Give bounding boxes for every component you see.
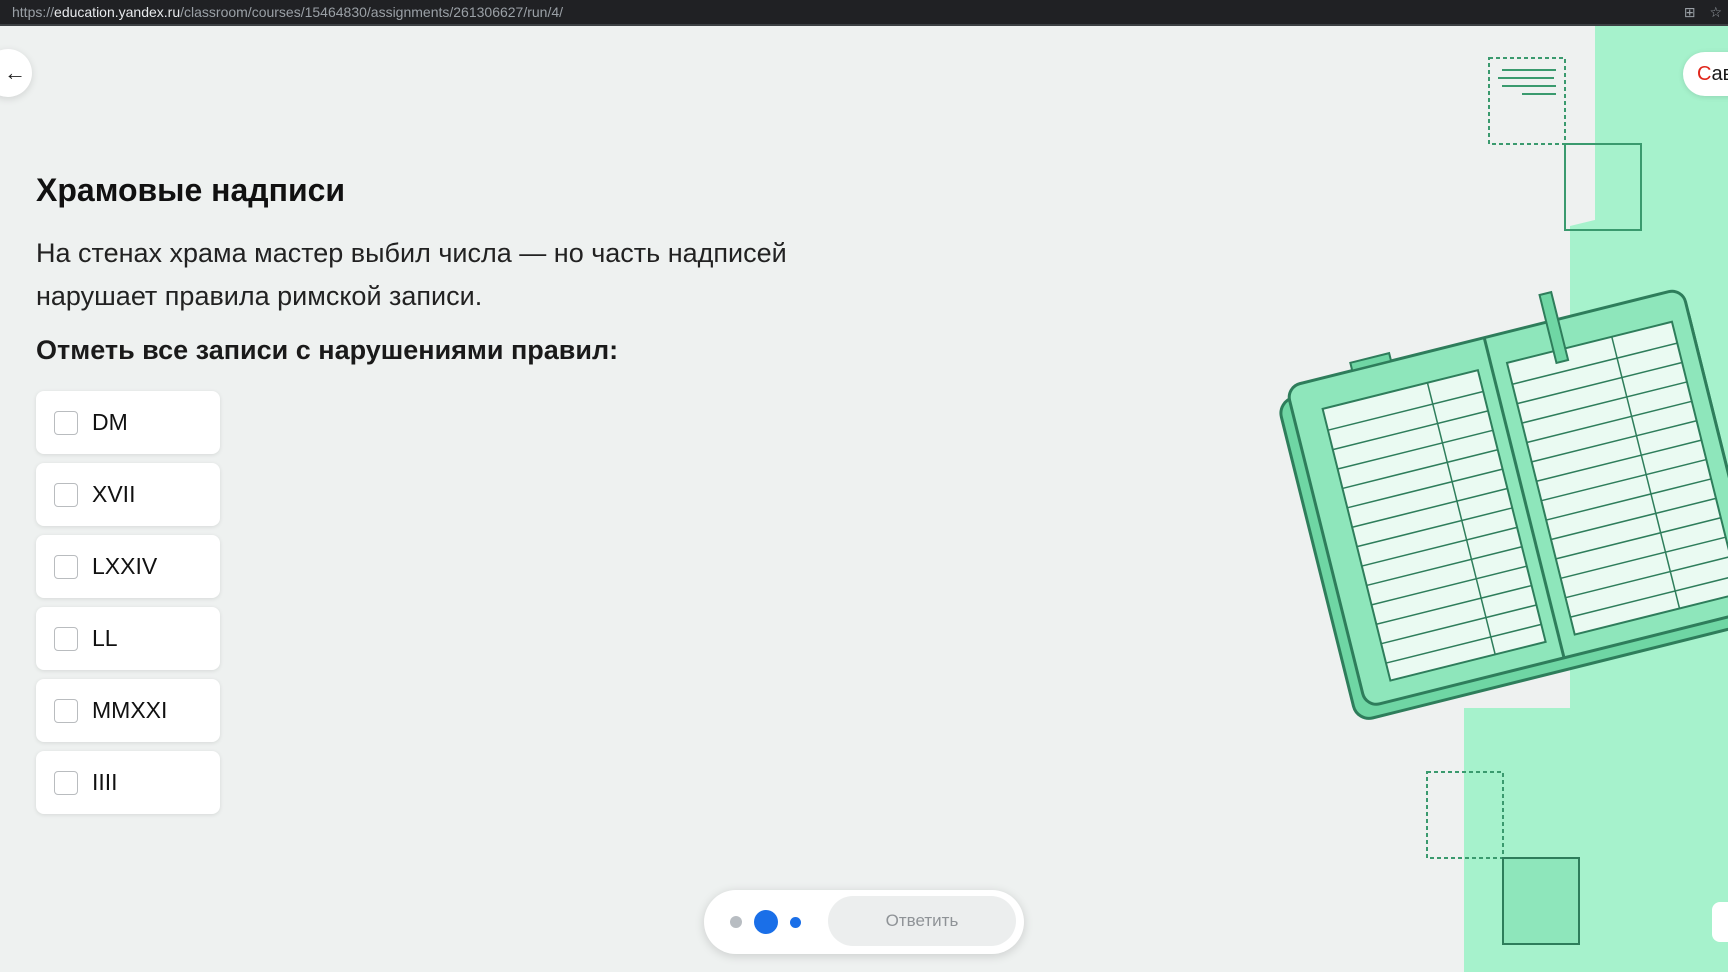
- url-prefix: https://: [12, 4, 55, 20]
- task-prompt: Отметь все записи с нарушениями правил:: [36, 335, 619, 365]
- option-label: LXXIV: [92, 553, 158, 579]
- browser-url-bar[interactable]: https://education.yandex.ru/classroom/co…: [0, 0, 1728, 26]
- progress-dot-next[interactable]: [790, 916, 801, 928]
- answer-button[interactable]: Ответить: [828, 896, 1016, 946]
- option-mmxxi[interactable]: MMXXI: [36, 679, 220, 742]
- option-label: DM: [92, 409, 128, 435]
- option-label: MMXXI: [92, 697, 168, 723]
- bottom-action-bar: Ответить: [704, 890, 1024, 954]
- checkbox[interactable]: [54, 482, 78, 507]
- arrow-left-icon: ←: [4, 60, 26, 85]
- progress-dot-prev[interactable]: [730, 916, 742, 928]
- task-title: Храмовые надписи: [36, 172, 346, 208]
- task-description: На стенах храма мастер выбил числа — но …: [36, 238, 787, 311]
- extensions-icon[interactable]: ⊞: [1684, 4, 1696, 21]
- checkbox[interactable]: [54, 770, 78, 795]
- option-label: IIII: [92, 769, 118, 795]
- checkbox[interactable]: [54, 626, 78, 651]
- side-panel-tab[interactable]: [1712, 902, 1728, 942]
- option-label: XVII: [92, 481, 136, 507]
- notebook-illustration: [1279, 26, 1728, 972]
- checkbox[interactable]: [54, 410, 78, 435]
- url-host: education.yandex.ru: [54, 4, 181, 20]
- checkbox[interactable]: [54, 698, 78, 723]
- save-label-first: С: [1697, 62, 1712, 85]
- answer-options: DM XVII LXXIV LL MMXXI IIII: [36, 391, 220, 823]
- save-button[interactable]: Сав: [1683, 52, 1728, 96]
- progress-dot-current[interactable]: [754, 910, 778, 934]
- option-xvii[interactable]: XVII: [36, 463, 220, 526]
- save-label-rest: ав: [1711, 62, 1728, 85]
- bookmark-star-icon[interactable]: ☆: [1709, 4, 1722, 21]
- option-ll[interactable]: LL: [36, 607, 220, 670]
- option-lxxiv[interactable]: LXXIV: [36, 535, 220, 598]
- option-dm[interactable]: DM: [36, 391, 220, 454]
- progress-dots: [730, 910, 801, 934]
- option-label: LL: [92, 625, 118, 651]
- option-iiii[interactable]: IIII: [36, 751, 220, 814]
- back-button[interactable]: ←: [0, 49, 32, 97]
- checkbox[interactable]: [54, 554, 78, 579]
- url-path: /classroom/courses/15464830/assignments/…: [180, 4, 564, 20]
